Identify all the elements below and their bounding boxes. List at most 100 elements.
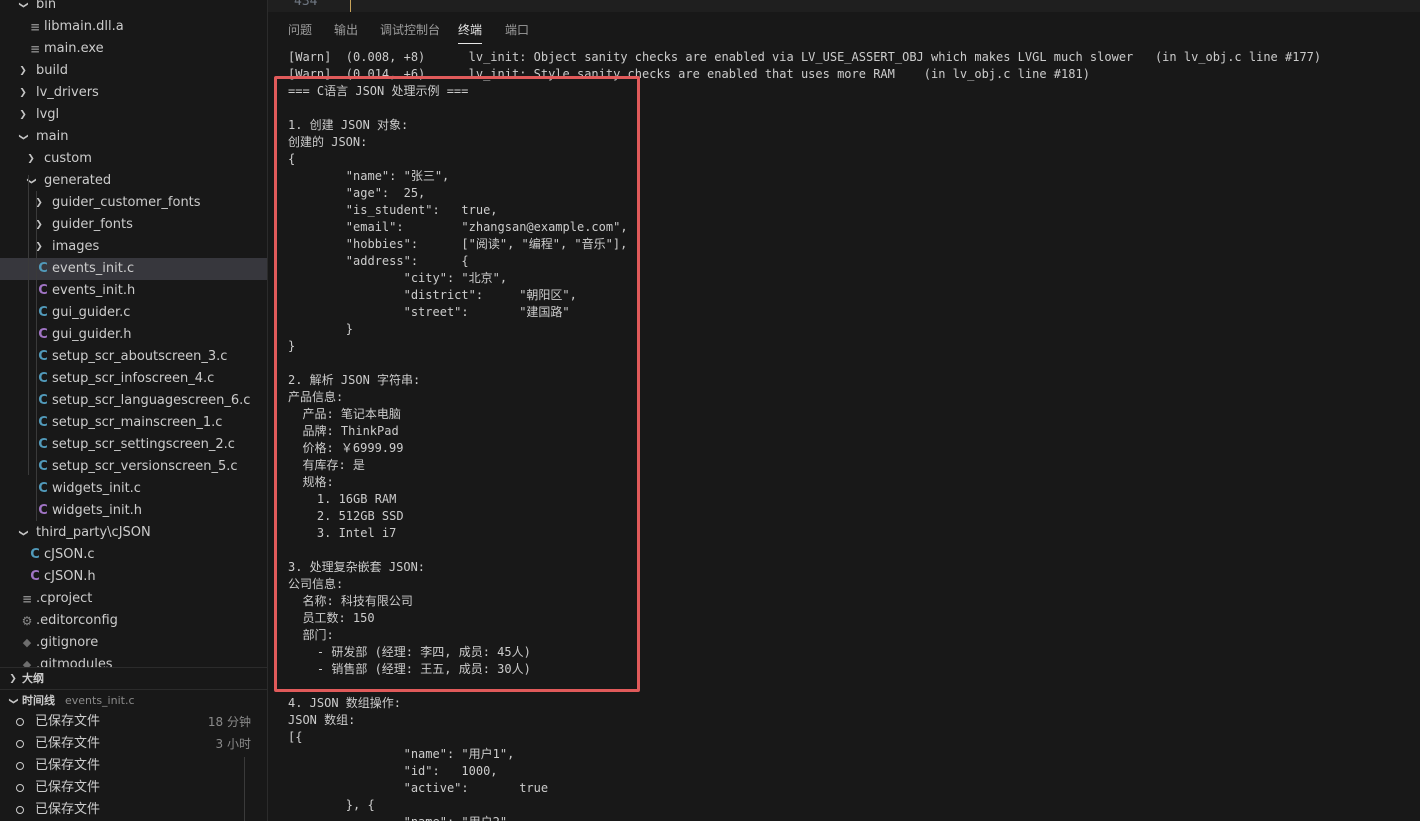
terminal-line: 产品: 笔记本电脑 xyxy=(288,407,401,421)
file-item[interactable]: ⚙ .editorconfig xyxy=(0,610,267,632)
file-item[interactable]: Csetup_scr_versionscreen_5.c xyxy=(0,456,267,478)
file-item[interactable]: Csetup_scr_settingscreen_2.c xyxy=(0,434,267,456)
gear-icon: ⚙ xyxy=(21,614,33,628)
terminal-line: 3. 处理复杂嵌套 JSON: xyxy=(288,560,426,574)
tab-debug-console[interactable]: 调试控制台 xyxy=(380,20,440,40)
timeline-entry-label: 已保存文件 xyxy=(35,714,101,729)
folder-item[interactable]: generated xyxy=(0,170,267,192)
file-item[interactable]: ◆ .gitignore xyxy=(0,632,267,654)
tab-output[interactable]: 输出 xyxy=(334,20,358,40)
tab-problems[interactable]: 问题 xyxy=(288,20,312,40)
folder-item[interactable]: bin xyxy=(0,0,267,16)
folder-label: guider_fonts xyxy=(52,217,133,232)
file-label: setup_scr_settingscreen_2.c xyxy=(52,437,235,452)
terminal-output[interactable]: [Warn] (0.008, +8) lv_init: Object sanit… xyxy=(288,49,1418,821)
folder-item[interactable]: build xyxy=(0,60,267,82)
timeline-entry-label: 已保存文件 xyxy=(35,736,101,751)
chevron-right-icon xyxy=(16,60,30,82)
file-item[interactable]: Cwidgets_init.c xyxy=(0,478,267,500)
folder-label: images xyxy=(52,239,100,254)
timeline-entry[interactable]: 已保存文件 xyxy=(0,777,267,799)
file-label: libmain.dll.a xyxy=(44,19,124,34)
terminal-line: 3. Intel i7 xyxy=(288,526,397,540)
file-label: setup_scr_infoscreen_4.c xyxy=(52,371,215,386)
folder-item[interactable]: main xyxy=(0,126,267,148)
file-item[interactable]: Cwidgets_init.h xyxy=(0,500,267,522)
file-label: setup_scr_languagescreen_6.c xyxy=(52,393,251,408)
folder-item[interactable]: custom xyxy=(0,148,267,170)
folder-label: lvgl xyxy=(36,107,60,122)
chevron-down-icon xyxy=(16,522,30,544)
timeline-entry[interactable]: 已保存文件 xyxy=(0,799,267,821)
file-item[interactable]: Cevents_init.h xyxy=(0,280,267,302)
folder-item[interactable]: images xyxy=(0,236,267,258)
terminal-line: [Warn] (0.014, +6) lv_init: Style sanity… xyxy=(288,67,1090,81)
file-label: widgets_init.c xyxy=(52,481,141,496)
timeline-header[interactable]: 时间线 events_init.c xyxy=(0,689,267,712)
terminal-line: 1. 16GB RAM xyxy=(288,492,397,506)
file-label: events_init.h xyxy=(52,283,136,298)
vscode-window: bin≡libmain.dll.a≡main.exebuildlv_driver… xyxy=(0,0,1420,821)
terminal-line: [Warn] (0.008, +8) lv_init: Object sanit… xyxy=(288,50,1322,64)
file-label: .gitignore xyxy=(36,635,99,650)
file-item[interactable]: ◆ .gitmodules xyxy=(0,654,267,667)
terminal-line: 1. 创建 JSON 对象: xyxy=(288,118,409,132)
outline-header[interactable]: 大纲 xyxy=(0,667,267,690)
tree-indent-guide xyxy=(28,175,29,475)
timeline-entry[interactable]: 已保存文件 3 小时 xyxy=(0,733,267,755)
tree-indent-guide xyxy=(36,191,37,521)
folder-item[interactable]: lvgl xyxy=(0,104,267,126)
chevron-right-icon xyxy=(32,236,46,258)
file-item[interactable]: Cgui_guider.h xyxy=(0,324,267,346)
chevron-right-icon xyxy=(6,668,20,690)
indent-guide xyxy=(350,0,351,12)
tab-ports[interactable]: 端口 xyxy=(505,20,529,40)
file-item[interactable]: Csetup_scr_mainscreen_1.c xyxy=(0,412,267,434)
file-label: widgets_init.h xyxy=(52,503,143,518)
terminal-line: "active": true xyxy=(288,781,549,795)
terminal-line: "email": "zhangsan@example.com", xyxy=(288,220,628,234)
file-item[interactable]: ≡ main.exe xyxy=(0,38,267,60)
file-label: .cproject xyxy=(36,591,93,606)
panel-area: 434 问题 输出 调试控制台 终端 端口 [Warn] (0.008, +8) lv_… xyxy=(268,0,1420,821)
file-item[interactable]: Csetup_scr_aboutscreen_3.c xyxy=(0,346,267,368)
timeline-entry[interactable]: 已保存文件 xyxy=(0,755,267,777)
terminal-line: 部门: xyxy=(288,628,334,642)
folder-item[interactable]: third_party\cJSON xyxy=(0,522,267,544)
chevron-down-icon xyxy=(6,690,20,712)
c-file-icon: C xyxy=(38,437,48,452)
folder-label: custom xyxy=(44,151,92,166)
timeline-title: 时间线 xyxy=(22,694,55,707)
file-item[interactable]: Csetup_scr_languagescreen_6.c xyxy=(0,390,267,412)
folder-item[interactable]: guider_fonts xyxy=(0,214,267,236)
circle-icon xyxy=(16,784,24,792)
terminal-line: 品牌: ThinkPad xyxy=(288,424,399,438)
file-item[interactable]: ≡ libmain.dll.a xyxy=(0,16,267,38)
git-icon: ◆ xyxy=(22,658,32,667)
folder-item[interactable]: guider_customer_fonts xyxy=(0,192,267,214)
terminal-line: 有库存: 是 xyxy=(288,458,365,472)
file-label: setup_scr_mainscreen_1.c xyxy=(52,415,223,430)
folder-item[interactable]: lv_drivers xyxy=(0,82,267,104)
h-file-icon: C xyxy=(38,327,48,342)
timeline-entry[interactable]: 已保存文件 18 分钟 xyxy=(0,711,267,733)
file-item[interactable]: Cevents_init.c xyxy=(0,258,267,280)
file-item[interactable]: CcJSON.h xyxy=(0,566,267,588)
file-item[interactable]: Csetup_scr_infoscreen_4.c xyxy=(0,368,267,390)
chevron-right-icon xyxy=(24,148,38,170)
timeline-entry-time: 18 分钟 xyxy=(207,715,251,729)
file-item[interactable]: ≡ .cproject xyxy=(0,588,267,610)
line-number: 434 xyxy=(294,0,318,9)
file-label: main.exe xyxy=(44,41,104,56)
terminal-line: "name": "用户2", xyxy=(288,814,515,821)
tab-terminal[interactable]: 终端 xyxy=(458,20,483,44)
file-label: .gitmodules xyxy=(36,657,113,667)
file-item[interactable]: Cgui_guider.c xyxy=(0,302,267,324)
file-lines-icon: ≡ xyxy=(21,592,33,606)
circle-icon xyxy=(16,718,24,726)
file-item[interactable]: CcJSON.c xyxy=(0,544,267,566)
timeline-entry-label: 已保存文件 xyxy=(35,802,101,817)
editor-edge: 434 xyxy=(268,0,1420,12)
chevron-right-icon xyxy=(16,104,30,126)
terminal-line: 2. 512GB SSD xyxy=(288,509,404,523)
